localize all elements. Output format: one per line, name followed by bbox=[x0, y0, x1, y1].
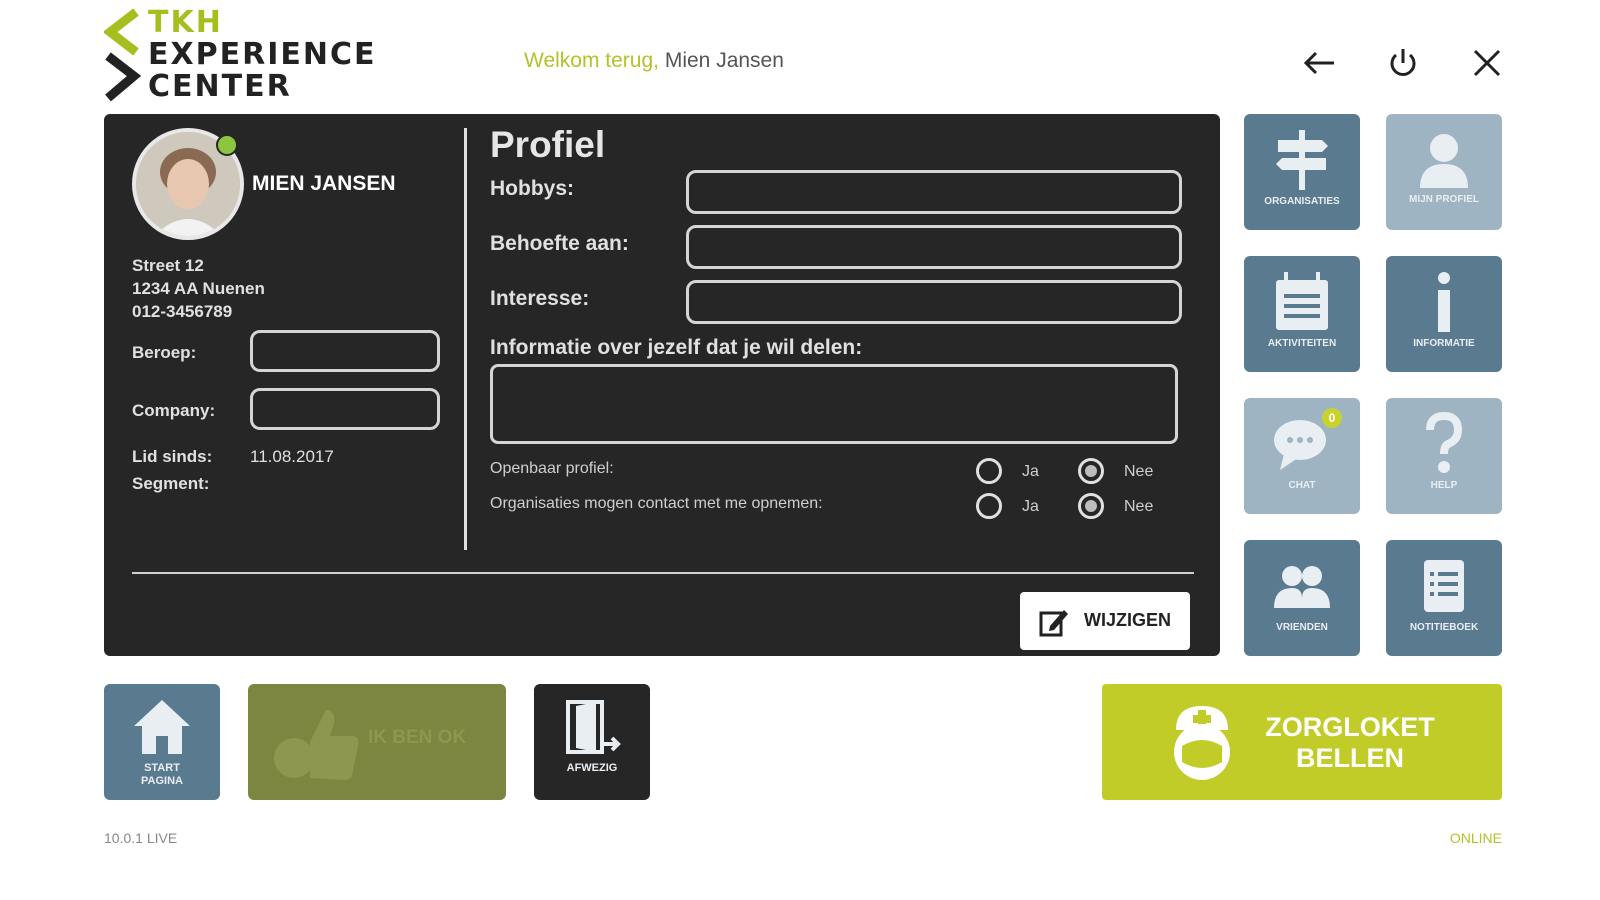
home-label-1: START bbox=[144, 762, 180, 774]
horizontal-divider bbox=[132, 572, 1194, 574]
public-profile-no-radio[interactable] bbox=[1078, 458, 1104, 484]
tile-help[interactable]: HELP bbox=[1386, 398, 1502, 514]
contact-permission-label: Organisaties mogen contact met me opneme… bbox=[490, 495, 823, 512]
logo-chevrons-icon bbox=[104, 8, 142, 102]
tile-friends-label: VRIENDEN bbox=[1276, 622, 1328, 633]
person-icon bbox=[1420, 134, 1468, 188]
power-icon[interactable] bbox=[1384, 44, 1422, 82]
profile-panel: MIEN JANSEN Street 12 1234 AA Nuenen 012… bbox=[104, 114, 1220, 656]
tile-notebook[interactable]: NOTITIEBOEK bbox=[1386, 540, 1502, 656]
public-profile-label: Openbaar profiel: bbox=[490, 460, 614, 477]
question-icon bbox=[1426, 412, 1463, 473]
tile-help-label: HELP bbox=[1430, 480, 1458, 491]
im-ok-button[interactable]: IK BEN OK bbox=[248, 684, 506, 800]
welcome-prefix: Welkom terug, bbox=[524, 49, 659, 72]
tile-notebook-label: NOTITIEBOEK bbox=[1409, 622, 1479, 633]
online-status-dot bbox=[216, 134, 238, 156]
im-ok-label: IK BEN OK bbox=[368, 727, 467, 748]
tile-my-profile[interactable]: MIJN PROFIEL bbox=[1386, 114, 1502, 230]
home-button[interactable]: START PAGINA bbox=[104, 684, 220, 800]
edit-button[interactable]: WIJZIGEN bbox=[1020, 592, 1190, 650]
logo-line-3: CENTER bbox=[148, 69, 292, 104]
occupation-field[interactable] bbox=[250, 330, 440, 372]
close-icon[interactable] bbox=[1468, 44, 1506, 82]
address-block: Street 12 1234 AA Nuenen 012-3456789 bbox=[132, 254, 265, 323]
hobbies-field[interactable] bbox=[686, 170, 1182, 214]
public-profile-yes-label: Ja bbox=[1022, 463, 1039, 480]
info-icon bbox=[1438, 272, 1450, 332]
away-label: AFWEZIG bbox=[566, 762, 618, 774]
tile-information[interactable]: INFORMATIE bbox=[1386, 256, 1502, 372]
member-since-value: 11.08.2017 bbox=[250, 447, 334, 466]
edit-icon bbox=[1039, 610, 1068, 637]
segment-label: Segment: bbox=[132, 474, 210, 493]
company-label: Company: bbox=[132, 401, 216, 420]
public-profile-no-label: Nee bbox=[1124, 463, 1154, 480]
tile-chat[interactable]: 0 CHAT bbox=[1244, 398, 1360, 514]
address-street: Street 12 bbox=[132, 256, 204, 275]
friends-icon bbox=[1274, 566, 1330, 608]
thumbs-up-clock-icon bbox=[274, 710, 359, 780]
edit-button-label: WIJZIGEN bbox=[1084, 610, 1172, 630]
company-field[interactable] bbox=[250, 388, 440, 430]
contact-yes-label: Ja bbox=[1022, 498, 1039, 515]
home-label-2: PAGINA bbox=[141, 775, 183, 787]
call-label-line-2: BELLEN bbox=[1296, 743, 1404, 773]
home-icon bbox=[134, 700, 190, 754]
logo-line-1: TKH bbox=[148, 5, 223, 40]
interest-field[interactable] bbox=[686, 280, 1182, 324]
tile-my-profile-label: MIJN PROFIEL bbox=[1408, 194, 1479, 205]
contact-no-label: Nee bbox=[1124, 498, 1154, 515]
notebook-icon bbox=[1424, 560, 1464, 612]
phone-number: 012-3456789 bbox=[132, 302, 233, 321]
call-care-desk-button[interactable]: ZORGLOKET BELLEN bbox=[1102, 684, 1502, 800]
address-city: 1234 AA Nuenen bbox=[132, 279, 265, 298]
hobbies-label: Hobbys: bbox=[490, 177, 574, 200]
about-textarea[interactable] bbox=[490, 364, 1178, 444]
public-profile-yes-radio[interactable] bbox=[976, 458, 1002, 484]
tile-activities-label: AKTIVITEITEN bbox=[1267, 338, 1337, 349]
needs-field[interactable] bbox=[686, 225, 1182, 269]
needs-label: Behoefte aan: bbox=[490, 232, 629, 255]
tile-activities[interactable]: AKTIVITEITEN bbox=[1244, 256, 1360, 372]
chat-unread-badge: 0 bbox=[1322, 408, 1342, 428]
version-text: 10.0.1 LIVE bbox=[104, 830, 178, 846]
welcome-name: Mien Jansen bbox=[664, 49, 784, 72]
logo-line-2: EXPERIENCE bbox=[148, 37, 377, 72]
occupation-label: Beroep: bbox=[132, 343, 197, 362]
tile-chat-label: CHAT bbox=[1288, 480, 1316, 491]
contact-no-radio[interactable] bbox=[1078, 493, 1104, 519]
tkh-logo: TKH EXPERIENCE CENTER bbox=[104, 8, 384, 108]
interest-label: Interesse: bbox=[490, 287, 590, 310]
call-label-line-1: ZORGLOKET bbox=[1265, 712, 1435, 742]
away-button[interactable]: AFWEZIG bbox=[534, 684, 650, 800]
connection-status: ONLINE bbox=[1449, 830, 1502, 846]
door-exit-icon bbox=[566, 700, 621, 754]
back-arrow-icon[interactable] bbox=[1300, 44, 1338, 82]
welcome-message: Welkom terug, Mien Jansen bbox=[524, 49, 784, 73]
vertical-divider bbox=[464, 128, 467, 550]
tile-organisations[interactable]: ORGANISATIES bbox=[1244, 114, 1360, 230]
signpost-icon bbox=[1276, 130, 1328, 190]
tile-information-label: INFORMATIE bbox=[1413, 338, 1475, 349]
profile-name: MIEN JANSEN bbox=[252, 172, 396, 195]
nurse-icon bbox=[1174, 706, 1230, 780]
member-since-label: Lid sinds: bbox=[132, 447, 213, 466]
contact-yes-radio[interactable] bbox=[976, 493, 1002, 519]
about-label: Informatie over jezelf dat je wil delen: bbox=[490, 336, 863, 359]
tile-organisations-label: ORGANISATIES bbox=[1264, 196, 1340, 207]
call-care-desk-label: ZORGLOKET BELLEN bbox=[1250, 712, 1450, 774]
calendar-icon bbox=[1276, 272, 1328, 330]
tile-friends[interactable]: VRIENDEN bbox=[1244, 540, 1360, 656]
page-title: Profiel bbox=[490, 124, 606, 165]
